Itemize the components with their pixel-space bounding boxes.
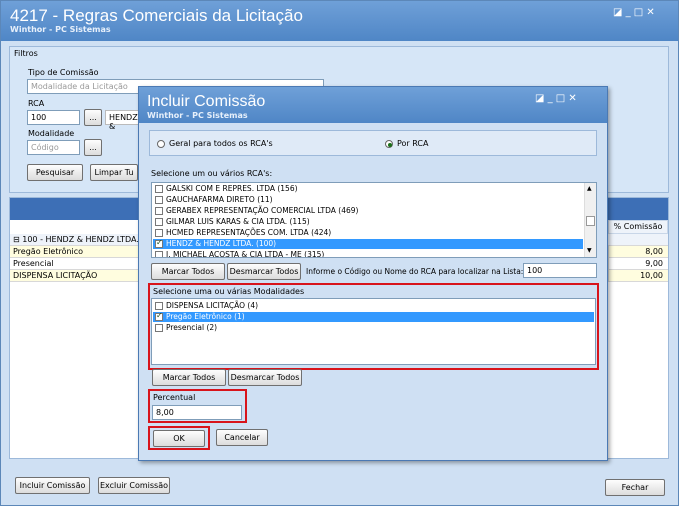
modalidade-lookup-button[interactable]: ... [84,139,102,156]
radio-por-rca[interactable] [385,140,393,148]
item-checkbox-checked[interactable] [155,311,163,321]
radio-geral-label: Geral para todos os RCA's [169,139,273,148]
percentual-label: Percentual [153,393,196,402]
item-checkbox-checked[interactable] [155,238,163,248]
fechar-button[interactable]: Fechar [605,479,665,496]
main-title-bar: 4217 - Regras Comerciais da Licitação Wi… [1,1,678,41]
ok-highlight: OK [148,426,210,450]
item-checkbox[interactable] [155,324,163,332]
list-item[interactable]: J. MICHAEL ACOSTA & CIA LTDA - ME (315) [153,250,583,257]
dialog-subtitle: Winthor - PC Sistemas [147,111,248,120]
rca-list-scrollbar[interactable]: ▲ ▼ [584,183,596,257]
dialog-title-bar: Incluir Comissão Winthor - PC Sistemas ◪… [139,87,607,123]
incluir-comissao-dialog: Incluir Comissão Winthor - PC Sistemas ◪… [138,86,608,461]
list-item[interactable]: Presencial (2) [153,323,594,333]
percentual-input[interactable]: 8,00 [152,405,242,420]
window-subtitle: Winthor - PC Sistemas [10,25,111,34]
scroll-down-icon[interactable]: ▼ [587,247,592,254]
modalidades-label: Selecione uma ou várias Modalidades [153,287,305,296]
list-item[interactable]: DISPENSA LICITAÇÃO (4) [153,301,594,311]
cancelar-button[interactable]: Cancelar [216,429,268,446]
list-item-selected[interactable]: HENDZ & HENDZ LTDA. (100) [153,238,583,249]
scroll-up-icon[interactable]: ▲ [587,185,592,192]
list-item[interactable]: GERABEX REPRESENTAÇÃO COMERCIAL LTDA (46… [153,206,583,216]
item-checkbox[interactable] [155,229,163,237]
list-item-selected[interactable]: Pregão Eletrônico (1) [153,311,594,322]
excluir-comissao-button[interactable]: Excluir Comissão [98,477,170,494]
item-checkbox[interactable] [155,302,163,310]
scroll-thumb[interactable] [586,216,595,226]
row-name: Pregão Eletrônico [13,247,84,256]
percentual-highlight: Percentual 8,00 [148,389,247,423]
item-checkbox[interactable] [155,196,163,204]
rca-label: RCA [28,99,45,108]
rca-lookup-button[interactable]: ... [84,109,102,126]
modalidade-label: Modalidade [28,129,75,138]
row-value: 10,00 [608,270,666,282]
rca-list-label: Selecione um ou vários RCA's: [151,169,273,178]
row-value: 8,00 [608,246,666,258]
ok-button[interactable]: OK [153,430,205,447]
tipo-comissao-label: Tipo de Comissão [28,68,99,77]
item-checkbox[interactable] [155,207,163,215]
dialog-title: Incluir Comissão [147,93,266,110]
col-header-comissao: % Comissão [608,220,668,234]
modalidades-highlight: Selecione uma ou várias Modalidades DISP… [148,283,599,370]
window-controls[interactable]: ◪ _ □ ✕ [613,7,655,18]
filtros-label: Filtros [14,49,38,58]
collapse-icon[interactable]: ⊟ [13,235,22,244]
row-value: 9,00 [608,258,666,270]
list-item[interactable]: GILMAR LUIS KARAS & CIA LTDA. (115) [153,217,583,227]
item-checkbox[interactable] [155,185,163,193]
mod-desmarcar-todos-button[interactable]: Desmarcar Todos [228,369,302,386]
radio-geral[interactable] [157,140,165,148]
limpar-button[interactable]: Limpar Tu [90,164,138,181]
modalidade-input[interactable]: Código [27,140,80,155]
rca-list[interactable]: GALSKI COM E REPRES. LTDA (156) GAUCHAFA… [151,182,597,258]
informe-input[interactable]: 100 [523,263,597,278]
row-name: DISPENSA LICITAÇÃO [13,271,98,280]
radio-por-rca-label: Por RCA [397,139,429,148]
item-checkbox[interactable] [155,251,163,257]
list-item[interactable]: GAUCHAFARMA DIRETO (11) [153,195,583,205]
informe-label: Informe o Código ou Nome do RCA para loc… [306,267,524,276]
row-name: Presencial [13,259,54,268]
mod-marcar-todos-button[interactable]: Marcar Todos [152,369,226,386]
incluir-comissao-button[interactable]: Incluir Comissão [15,477,90,494]
list-item[interactable]: HCMED REPRESENTAÇÕES COM. LTDA (424) [153,228,583,238]
rca-marcar-todos-button[interactable]: Marcar Todos [151,263,225,280]
group-row-label: 100 - HENDZ & HENDZ LTDA. [22,235,139,244]
rca-scope-group: Geral para todos os RCA's Por RCA [149,130,597,156]
list-item[interactable]: GALSKI COM E REPRES. LTDA (156) [153,184,583,194]
rca-desmarcar-todos-button[interactable]: Desmarcar Todos [227,263,301,280]
window-title: 4217 - Regras Comerciais da Licitação [10,6,303,25]
item-checkbox[interactable] [155,218,163,226]
rca-input[interactable]: 100 [27,110,80,125]
modalidades-list[interactable]: DISPENSA LICITAÇÃO (4) Pregão Eletrônico… [151,298,596,365]
pesquisar-button[interactable]: Pesquisar [27,164,83,181]
dialog-window-controls[interactable]: ◪ _ □ ✕ [535,93,577,104]
